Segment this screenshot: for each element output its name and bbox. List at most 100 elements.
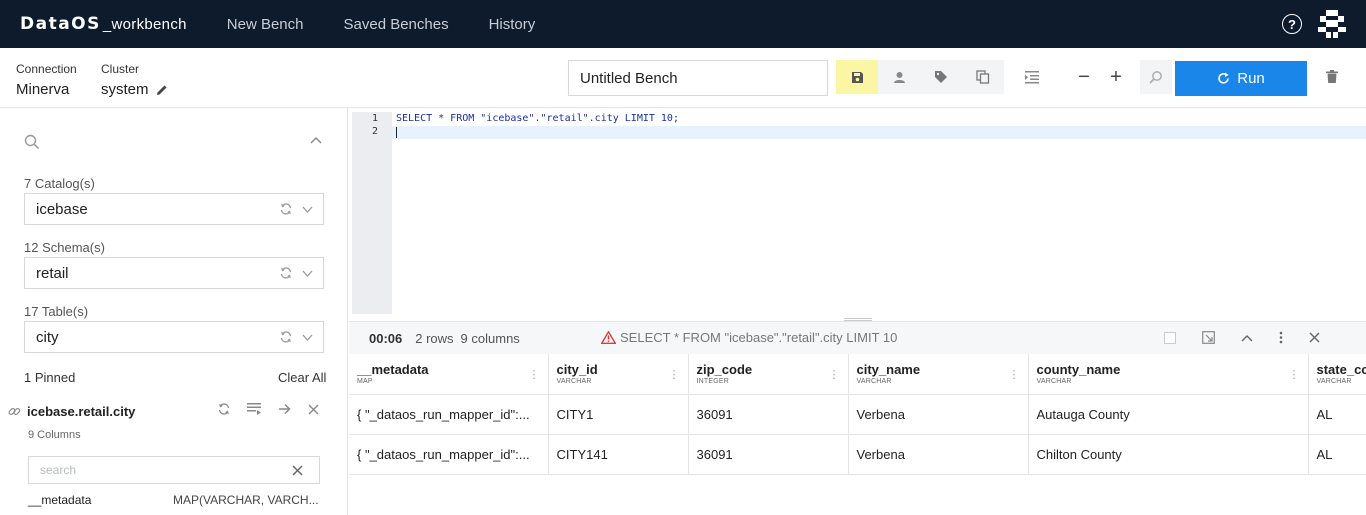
zoom-in-button[interactable]: + — [1100, 66, 1132, 89]
brand-subtitle: _workbench — [102, 16, 187, 33]
column-header[interactable]: city_id VARCHAR ⋮ — [548, 354, 689, 395]
column-header[interactable]: zip_code INTEGER ⋮ — [688, 354, 849, 395]
results-grid-viewport[interactable]: __metadata MAP ⋮ city_id VARCHAR ⋮ zip_code I… — [349, 354, 1366, 484]
cluster-value-row: system — [101, 81, 168, 98]
save-button[interactable] — [836, 60, 878, 94]
catalog-select[interactable]: icebase — [24, 193, 324, 225]
column-menu-icon[interactable]: ⋮ — [1009, 368, 1020, 381]
delete-icon[interactable] — [1326, 70, 1338, 83]
table-select[interactable]: city — [24, 321, 324, 353]
line-number: 1 — [371, 113, 378, 124]
connection-selector[interactable]: Connection Minerva — [16, 62, 77, 98]
column-menu-icon[interactable]: ⋮ — [829, 368, 840, 381]
connection-value: Minerva — [16, 81, 70, 98]
column-menu-icon[interactable]: ⋮ — [529, 368, 540, 381]
edit-pencil-icon[interactable] — [156, 84, 168, 96]
column-header[interactable]: state_co VARCHAR — [1308, 354, 1366, 395]
column-count: 9 columns — [460, 330, 520, 346]
tag-button[interactable] — [920, 60, 962, 94]
share-button[interactable] — [878, 60, 920, 94]
active-line-highlight — [392, 126, 1366, 139]
table-cell[interactable]: 36091 — [688, 394, 849, 435]
column-header[interactable]: __metadata MAP ⋮ — [349, 354, 549, 395]
table-cell[interactable]: 36091 — [688, 434, 849, 475]
pinned-table-actions — [218, 403, 336, 415]
table-cell[interactable]: Verbena — [848, 434, 1029, 475]
close-icon[interactable] — [308, 404, 319, 415]
line-gutter: 1 2 — [352, 112, 392, 314]
nav-saved-benches[interactable]: Saved Benches — [344, 16, 449, 33]
select-all-checkbox[interactable] — [1164, 331, 1176, 344]
avatar[interactable] — [1318, 10, 1346, 38]
chevron-down-icon[interactable] — [302, 270, 313, 277]
run-label: Run — [1237, 70, 1265, 87]
results-table: __metadata MAP ⋮ city_id VARCHAR ⋮ zip_code I… — [349, 354, 1366, 475]
schema-select[interactable]: retail — [24, 257, 324, 289]
collapse-up-icon[interactable] — [1241, 334, 1253, 342]
sql-editor[interactable]: 1 2 SELECT * FROM "icebase"."retail".cit… — [352, 112, 1366, 314]
sidebar-search-row — [24, 134, 324, 152]
pinned-table-name: icebase.retail.city — [27, 403, 136, 419]
table-row[interactable]: { "_dataos_run_mapper_id":... CITY1 3609… — [349, 394, 1366, 435]
table-cell[interactable]: Autauga County — [1028, 394, 1309, 435]
link-icon — [8, 407, 21, 415]
cluster-value: system — [101, 81, 149, 98]
connection-label: Connection — [16, 62, 77, 76]
copy-button[interactable] — [962, 60, 1004, 94]
column-menu-icon[interactable]: ⋮ — [669, 368, 680, 381]
refresh-icon[interactable] — [218, 403, 230, 415]
insert-query-icon[interactable] — [247, 403, 261, 415]
chevron-up-icon[interactable] — [310, 136, 322, 144]
table-cell[interactable]: AL — [1308, 394, 1366, 435]
column-header[interactable]: city_name VARCHAR ⋮ — [848, 354, 1029, 395]
nav-history[interactable]: History — [489, 16, 536, 33]
table-cell[interactable]: CITY1 — [548, 394, 689, 435]
zoom-controls: − + — [1068, 60, 1172, 94]
chevron-down-icon[interactable] — [302, 334, 313, 341]
cluster-label: Cluster — [101, 62, 140, 76]
arrow-right-icon[interactable] — [278, 403, 291, 415]
copy-icon — [976, 70, 990, 84]
table-cell[interactable]: AL — [1308, 434, 1366, 475]
zoom-reset-button[interactable] — [1140, 60, 1172, 94]
expand-icon[interactable] — [1202, 331, 1215, 344]
save-icon — [851, 71, 863, 83]
refresh-icon[interactable] — [280, 331, 292, 343]
clear-search-icon[interactable] — [292, 465, 303, 476]
column-item[interactable]: __metadata MAP(VARCHAR, VARCH... — [28, 493, 320, 507]
table-row[interactable]: { "_dataos_run_mapper_id":... CITY141 36… — [349, 434, 1366, 475]
bench-toolbar: − + — [836, 60, 1172, 94]
cluster-selector[interactable]: Cluster system — [101, 62, 168, 98]
format-button[interactable] — [1016, 60, 1048, 94]
table-cell[interactable]: Chilton County — [1028, 434, 1309, 475]
zoom-out-button[interactable]: − — [1068, 66, 1100, 89]
column-menu-icon[interactable]: ⋮ — [1289, 368, 1300, 381]
table-cell[interactable]: Verbena — [848, 394, 1029, 435]
table-cell[interactable]: CITY141 — [548, 434, 689, 475]
help-icon[interactable]: ? — [1282, 14, 1302, 34]
table-value: city — [36, 328, 59, 346]
nav-new-bench[interactable]: New Bench — [227, 16, 304, 33]
search-icon[interactable] — [24, 134, 40, 150]
connection-bar: Connection Minerva Cluster system − + — [0, 48, 1366, 108]
schema-count-label: 12 Schema(s) — [24, 240, 105, 255]
catalog-sidebar: 7 Catalog(s) icebase 12 Schema(s) retail… — [0, 108, 348, 515]
pinned-column-count: 9 Columns — [28, 429, 81, 441]
table-cell[interactable]: { "_dataos_run_mapper_id":... — [349, 394, 549, 435]
more-options-icon[interactable] — [1279, 331, 1283, 344]
chevron-down-icon[interactable] — [302, 206, 313, 213]
clear-all-button[interactable]: Clear All — [278, 370, 326, 385]
top-nav: DataOS _workbench New Bench Saved Benche… — [0, 0, 1366, 48]
top-right-actions: ? — [1282, 10, 1346, 38]
refresh-icon[interactable] — [280, 267, 292, 279]
brand[interactable]: DataOS _workbench — [20, 14, 187, 34]
bench-title-input[interactable] — [568, 60, 828, 96]
column-header[interactable]: county_name VARCHAR ⋮ — [1028, 354, 1309, 395]
pinned-table-item[interactable]: icebase.retail.city — [8, 401, 338, 421]
close-results-icon[interactable] — [1309, 332, 1320, 343]
column-search-input[interactable] — [28, 456, 320, 484]
run-button[interactable]: Run — [1175, 61, 1307, 96]
refresh-icon[interactable] — [280, 203, 292, 215]
table-cell[interactable]: { "_dataos_run_mapper_id":... — [349, 434, 549, 475]
code-line: SELECT * FROM "icebase"."retail".city LI… — [396, 113, 679, 124]
